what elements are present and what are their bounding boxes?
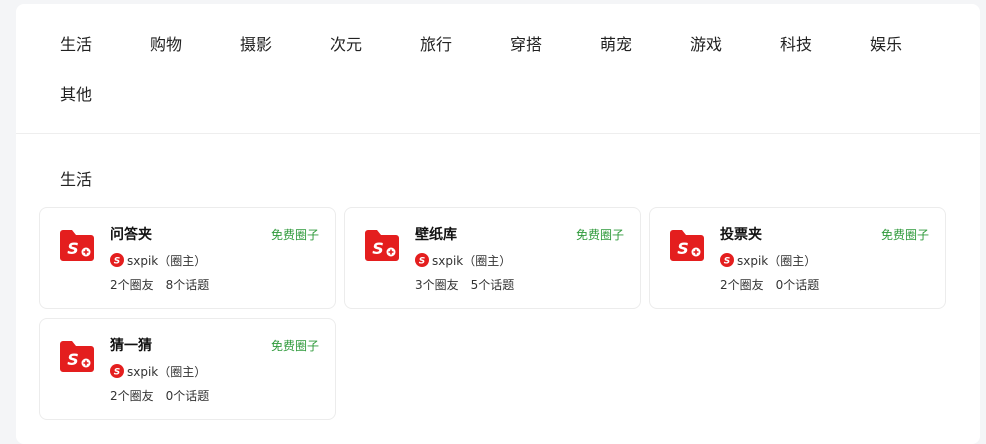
circle-name: 猜一猜 [110,338,152,354]
circle-owner: S sxpik（圈主） [415,253,511,269]
owner-name[interactable]: sxpik [432,254,463,268]
section-title: 生活 [60,170,93,189]
svg-text:S: S [372,239,384,258]
circle-name: 问答夹 [110,227,152,243]
member-count: 3个圈友 [415,278,459,292]
svg-text:S: S [677,239,689,258]
circle-owner: S sxpik（圈主） [110,364,206,380]
free-circle-badge: 免费圈子 [575,228,624,242]
circle-logo-icon: S [670,230,704,261]
circle-logo-icon: S [60,230,94,261]
owner-role: （圈主） [158,365,207,379]
member-count: 2个圈友 [110,389,154,403]
svg-text:S: S [114,368,120,378]
owner-avatar-icon: S [720,253,734,267]
circle-card[interactable]: S 投票夹 免费圈子 S sxpik（圈主） 2个圈友 0个话题 [649,207,946,309]
content-panel: 生活 购物 摄影 次元 旅行 穿搭 萌宠 游戏 科技 娱乐 其他 生活 S 问答… [16,4,980,444]
free-circle-badge: 免费圈子 [880,228,929,242]
category-tab-shopping[interactable]: 购物 [150,35,182,55]
owner-role: （圈主） [158,254,207,268]
circle-stats: 2个圈友 0个话题 [720,277,819,293]
circle-card[interactable]: S 问答夹 免费圈子 S sxpik（圈主） 2个圈友 8个话题 [39,207,336,309]
free-circle-badge: 免费圈子 [270,228,319,242]
topic-count: 0个话题 [165,389,210,403]
owner-avatar-icon: S [415,253,429,267]
circle-owner: S sxpik（圈主） [110,253,206,269]
category-tab-life[interactable]: 生活 [60,35,92,55]
svg-text:S: S [724,257,730,267]
svg-text:S: S [419,257,425,267]
topic-count: 8个话题 [165,278,210,292]
topic-count: 5个话题 [470,278,515,292]
category-tab-entertainment[interactable]: 娱乐 [870,35,902,55]
owner-name[interactable]: sxpik [127,365,158,379]
circle-name: 投票夹 [720,227,762,243]
circle-logo-icon: S [365,230,399,261]
owner-name[interactable]: sxpik [127,254,158,268]
category-nav: 生活 购物 摄影 次元 旅行 穿搭 萌宠 游戏 科技 娱乐 其他 [16,4,980,134]
circle-logo-icon: S [60,341,94,372]
category-tab-travel[interactable]: 旅行 [420,35,452,55]
circle-owner: S sxpik（圈主） [720,253,816,269]
circle-card[interactable]: S 壁纸库 免费圈子 S sxpik（圈主） 3个圈友 5个话题 [344,207,641,309]
category-tab-outfit[interactable]: 穿搭 [510,35,542,55]
category-tab-tech[interactable]: 科技 [780,35,812,55]
owner-name[interactable]: sxpik [737,254,768,268]
category-tab-pets[interactable]: 萌宠 [600,35,632,55]
category-tab-other[interactable]: 其他 [60,85,92,105]
owner-avatar-icon: S [110,253,124,267]
owner-role: （圈主） [768,254,817,268]
category-tab-acg[interactable]: 次元 [330,35,362,55]
circle-stats: 2个圈友 8个话题 [110,277,209,293]
svg-text:S: S [67,239,79,258]
circle-stats: 2个圈友 0个话题 [110,388,209,404]
topic-count: 0个话题 [775,278,820,292]
circle-stats: 3个圈友 5个话题 [415,277,514,293]
circle-card[interactable]: S 猜一猜 免费圈子 S sxpik（圈主） 2个圈友 0个话题 [39,318,336,420]
free-circle-badge: 免费圈子 [270,339,319,353]
circle-name: 壁纸库 [415,227,457,243]
category-tab-photography[interactable]: 摄影 [240,35,272,55]
member-count: 2个圈友 [720,278,764,292]
svg-text:S: S [114,257,120,267]
svg-text:S: S [67,350,79,369]
owner-avatar-icon: S [110,364,124,378]
category-tab-games[interactable]: 游戏 [690,35,722,55]
owner-role: （圈主） [463,254,512,268]
member-count: 2个圈友 [110,278,154,292]
